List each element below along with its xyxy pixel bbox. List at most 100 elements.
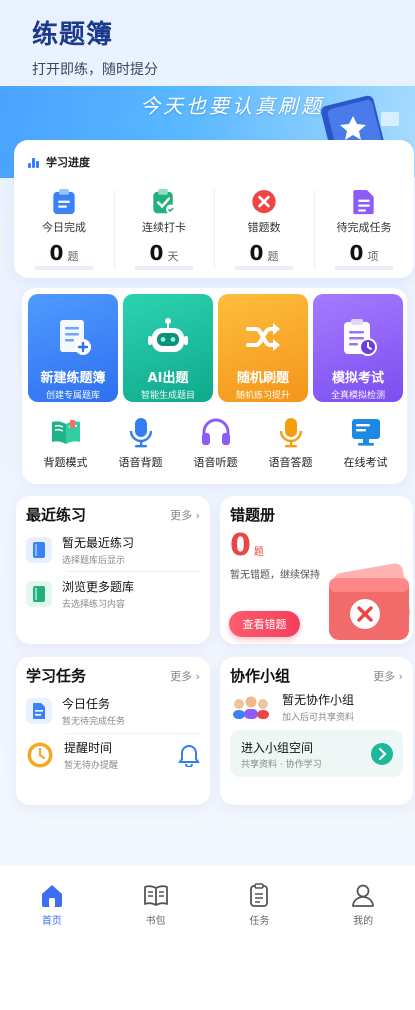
row-subtitle: 暂无待完成任务 [62,717,126,727]
book-green-icon [26,581,52,607]
more-link[interactable]: 更多 › [373,668,403,684]
wrong-questions-card[interactable]: 错题册 0 题 暂无错题，继续保持 查看错题 [220,496,413,644]
row-subtitle: 选择题库后显示 [62,556,126,566]
reminder-item[interactable]: 提醒时间 暂无待办提醒 [26,739,118,771]
row-title: 暂无最近练习 [62,536,135,550]
online-exam-button[interactable]: 在线考试 [328,416,403,470]
header: 练题簿 打开即练，随时提分 [32,14,158,79]
list-item[interactable]: 今日任务 暂无待完成任务 [26,695,125,727]
stat-underline [135,266,193,270]
clipboard-icon [53,188,75,215]
progress-card: 学习进度 今日完成 0 题 连续打卡 0 天 错题数 0 题 待完成任务 0 项 [14,140,414,278]
quick-actions: 背题模式 语音背题 语音听题 语音答题 在线考试 [28,416,403,470]
view-wrong-button[interactable]: 查看错题 [229,611,300,637]
nav-label: 任务 [249,916,270,927]
tile-title: AI出题 [147,371,189,386]
join-title: 进入小组空间 [241,741,314,755]
microphone-orange-icon [279,418,302,448]
nav-label: 我的 [353,916,374,927]
task-clipboard-icon [250,883,269,907]
tools-card: 新建练题簿 创建专属题库 AI出题 智能生成题目 随机刷题 随机练习提升 模拟考… [22,288,407,484]
microphone-icon [129,418,152,448]
stat-label: 连续打卡 [142,221,186,235]
nav-bookbag[interactable]: 书包 [104,882,208,927]
random-practice-tile[interactable]: 随机刷题 随机练习提升 [218,294,308,402]
shuffle-icon [246,323,280,351]
tile-title: 新建练题簿 [40,371,106,386]
document-icon [26,698,52,724]
stat-pending-tasks[interactable]: 待完成任务 0 项 [314,184,414,270]
quick-label: 语音答题 [268,456,313,469]
join-group-button[interactable]: 进入小组空间 共享资料 · 协作学习 [230,730,403,777]
quick-label: 在线考试 [343,456,388,469]
row-title: 今日任务 [62,697,111,711]
stat-value: 0 [249,241,264,266]
headphones-icon [201,418,230,445]
card-title: 协作小组 [230,667,291,685]
nav-tasks[interactable]: 任务 [208,882,312,927]
voice-answer-button[interactable]: 语音答题 [253,416,328,470]
progress-stats: 今日完成 0 题 连续打卡 0 天 错题数 0 题 待完成任务 0 项 [14,184,414,270]
row-title: 暂无协作小组 [282,693,355,707]
stat-value: 0 [149,241,164,266]
recent-practice-card: 最近练习 更多 › 暂无最近练习 选择题库后显示 浏览更多题库 去选择练习内容 [16,496,210,644]
exam-icon [344,319,377,356]
collab-group-card: 协作小组 更多 › 暂无协作小组 加入后可共享资料 进入小组空间 共享资料 · … [220,657,413,805]
nav-profile[interactable]: 我的 [311,882,415,927]
wrong-message: 暂无错题，继续保持 [230,570,320,581]
list-item[interactable]: 浏览更多题库 去选择练习内容 [26,578,134,610]
tile-subtitle: 全真模拟检测 [330,391,385,401]
wrong-count-row: 0 题 [230,528,264,563]
stat-value: 0 [49,241,64,266]
book-blue-icon [26,537,52,563]
stat-today-completed[interactable]: 今日完成 0 题 [14,184,114,270]
stat-unit: 项 [367,250,379,264]
tile-subtitle: 智能生成题目 [140,391,195,401]
recite-mode-button[interactable]: 背题模式 [28,416,103,470]
app-title: 练题簿 [32,20,114,50]
voice-recite-button[interactable]: 语音背题 [103,416,178,470]
more-link[interactable]: 更多 › [170,668,200,684]
nav-home[interactable]: 首页 [0,882,104,927]
card-title: 最近练习 [26,506,87,524]
bell-icon[interactable] [178,743,200,767]
stat-unit: 题 [67,250,79,264]
progress-header: 学习进度 [28,154,90,170]
stat-value: 0 [349,241,364,266]
more-link[interactable]: 更多 › [170,507,200,523]
tile-title: 随机刷题 [236,371,289,386]
list-item[interactable]: 暂无最近练习 选择题库后显示 [26,534,134,566]
stat-wrong-count[interactable]: 错题数 0 题 [214,184,314,270]
clock-icon [27,742,53,768]
monitor-icon [351,419,380,446]
card-title: 学习任务 [26,667,87,685]
tile-subtitle: 创建专属题库 [45,391,100,401]
row-title: 浏览更多题库 [62,580,135,594]
bar-chart-icon [28,157,40,168]
bottom-nav: 首页 书包 任务 我的 [0,866,415,1010]
new-question-book-tile[interactable]: 新建练题簿 创建专属题库 [28,294,118,402]
feature-tiles: 新建练题簿 创建专属题库 AI出题 智能生成题目 随机刷题 随机练习提升 模拟考… [28,294,403,402]
ai-question-tile[interactable]: AI出题 智能生成题目 [123,294,213,402]
home-icon [41,885,62,907]
wrong-unit: 题 [253,547,264,558]
stat-unit: 题 [267,250,279,264]
nav-label: 书包 [145,916,166,927]
stat-streak[interactable]: 连续打卡 0 天 [114,184,214,270]
stat-underline [35,266,93,270]
mock-exam-tile[interactable]: 模拟考试 全真模拟检测 [313,294,403,402]
open-book-icon [51,420,80,444]
book-icon [143,885,168,906]
quick-label: 语音听题 [193,456,238,469]
divider [66,571,200,572]
banner-slogan: 今天也要认真刷题 [140,94,324,118]
stat-label: 错题数 [247,221,281,235]
stat-underline [235,266,293,270]
voice-listen-button[interactable]: 语音听题 [178,416,253,470]
wrong-count: 0 [230,528,251,563]
row-subtitle: 暂无待办提醒 [64,761,119,771]
tile-subtitle: 随机练习提升 [235,391,290,401]
quick-label: 语音背题 [118,456,163,469]
user-icon [352,884,375,907]
stat-underline [335,266,393,270]
